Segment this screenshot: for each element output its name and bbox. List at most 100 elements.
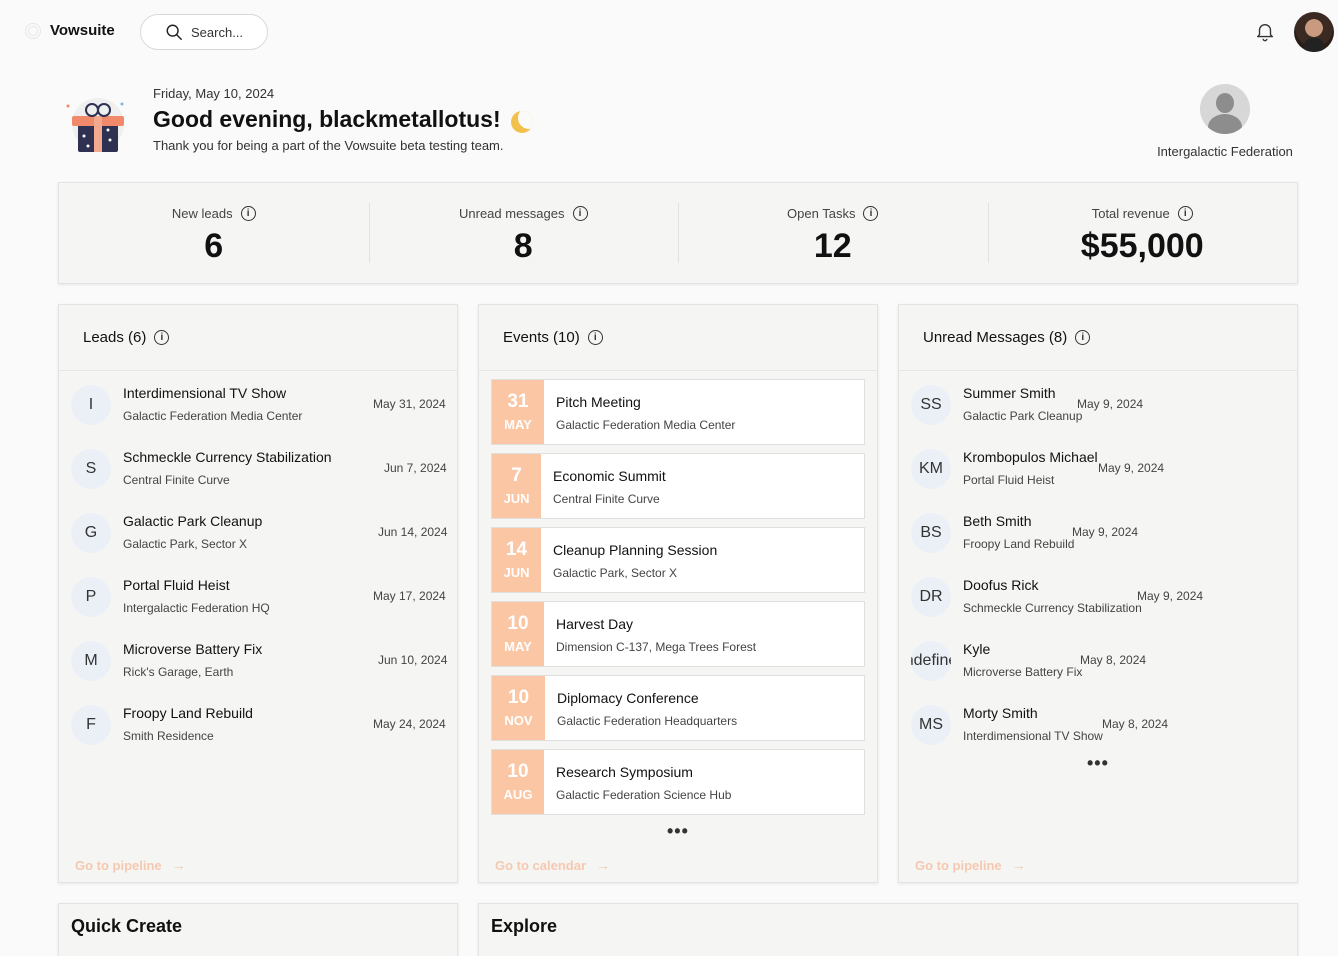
notification-bell-icon[interactable] [1254,21,1276,43]
brand[interactable]: Vowsuite [22,20,115,40]
lead-initial: G [71,513,111,553]
lead-initial: S [71,449,111,489]
event-title: Research Symposium [556,764,693,780]
moon-icon [510,110,533,133]
lead-date: May 24, 2024 [373,717,446,731]
greeting-title: Good evening, blackmetallotus! [153,106,533,133]
arrow-right-icon: → [1011,857,1026,873]
go-to-pipeline-link[interactable]: Go to pipeline → [915,857,1026,873]
stat-value: 6 [204,227,224,265]
message-date: May 9, 2024 [1072,525,1139,539]
organization-avatar [1200,84,1250,134]
stat-label-text: Unread messages [459,206,565,221]
event-item[interactable]: 14 JUN Cleanup Planning Session Galactic… [491,527,865,593]
event-item[interactable]: 7 JUN Economic Summit Central Finite Cur… [491,453,865,519]
lead-initial: P [71,577,111,617]
lead-location: Rick's Garage, Earth [123,665,234,679]
go-to-pipeline-link[interactable]: Go to pipeline → [75,857,186,873]
event-day: 31 [507,391,529,412]
event-item[interactable]: 10 AUG Research Symposium Galactic Feder… [491,749,865,815]
lead-row[interactable]: S Schmeckle Currency Stabilization Centr… [71,441,447,497]
explore-title: Explore [491,916,558,936]
quick-create-title: Quick Create [71,916,183,936]
stat-label-text: Open Tasks [787,206,856,221]
event-location: Dimension C-137, Mega Trees Forest [556,640,757,654]
message-row[interactable]: SS Summer Smith Galactic Park Cleanup Ma… [911,377,1287,433]
quick-create-card: Quick Create [58,903,458,956]
lead-row[interactable]: P Portal Fluid Heist Intergalactic Feder… [71,569,447,625]
message-project: Microverse Battery Fix [963,665,1083,679]
event-title: Economic Summit [553,468,666,484]
message-row[interactable]: BS Beth Smith Froopy Land Rebuild May 9,… [911,505,1287,561]
top-bar: Vowsuite Search... [0,0,1338,64]
event-month: MAY [504,639,532,654]
stat-open-tasks: Open Tasks i 12 [678,183,988,283]
stat-new-leads: New leads i 6 [59,183,369,283]
event-location: Galactic Park, Sector X [553,566,678,580]
message-avatar: undefined [911,641,951,681]
message-avatar: DR [911,577,951,617]
info-icon[interactable]: i [1177,206,1193,221]
message-row[interactable]: KM Krombopulos Michael Portal Fluid Heis… [911,441,1287,497]
message-date: May 8, 2024 [1102,717,1169,731]
messages-card-title: Unread Messages (8) [923,329,1068,346]
event-item[interactable]: 10 MAY Harvest Day Dimension C-137, Mega… [491,601,865,667]
message-row[interactable]: DR Doofus Rick Schmeckle Currency Stabil… [911,569,1287,625]
stat-label-text: New leads [171,206,233,221]
event-day: 10 [507,687,530,708]
event-day: 10 [507,761,529,782]
event-title: Harvest Day [556,616,634,632]
event-item[interactable]: 31 MAY Pitch Meeting Galactic Federation… [491,379,865,445]
lead-initial: I [71,385,111,425]
message-date: May 9, 2024 [1137,589,1204,603]
messages-card-header: Unread Messages (8) i [899,305,1297,371]
message-row[interactable]: undefined Kyle Microverse Battery Fix Ma… [911,633,1287,689]
lead-title: Portal Fluid Heist [123,577,230,593]
search-label: Search... [191,24,244,40]
message-sender: Krombopulos Michael [963,449,1098,465]
organization[interactable]: Intergalactic Federation [1150,84,1300,159]
stat-unread-messages: Unread messages i 8 [368,183,679,283]
lead-row[interactable]: F Froopy Land Rebuild Smith Residence Ma… [71,697,447,753]
lead-row[interactable]: G Galactic Park Cleanup Galactic Park, S… [71,505,447,561]
more-messages-button[interactable]: ••• [1087,753,1109,774]
message-date: May 9, 2024 [1077,397,1144,411]
message-project: Froopy Land Rebuild [963,537,1075,551]
more-events-button[interactable]: ••• [667,821,689,842]
vowsuite-logo-icon [22,20,42,40]
lead-date: Jun 10, 2024 [378,653,448,667]
info-icon[interactable]: i [587,330,603,345]
info-icon[interactable]: i [1075,330,1091,345]
search-icon [166,24,182,40]
lead-row[interactable]: I Interdimensional TV Show Galactic Fede… [71,377,447,433]
lead-location: Galactic Park, Sector X [123,537,248,551]
message-date: May 8, 2024 [1080,653,1147,667]
event-item[interactable]: 10 NOV Diplomacy Conference Galactic Fed… [491,675,865,741]
lead-row[interactable]: M Microverse Battery Fix Rick's Garage, … [71,633,447,689]
info-icon[interactable]: i [240,206,256,221]
message-sender: Beth Smith [963,513,1032,529]
event-month: JUN [503,565,530,580]
info-icon[interactable]: i [863,206,879,221]
lead-location: Intergalactic Federation HQ [123,601,270,615]
lead-title: Froopy Land Rebuild [123,705,253,721]
info-icon[interactable]: i [572,206,588,221]
link-label: Go to pipeline [915,857,1002,873]
event-date-box: 31 MAY [492,380,544,444]
arrow-right-icon: → [596,857,611,873]
event-month: AUG [503,787,533,802]
event-day: 10 [507,613,529,634]
go-to-calendar-link[interactable]: Go to calendar → [495,857,610,873]
stats-panel: New leads i 6 Unread messages i 8 Open Tas… [58,182,1298,284]
events-card-title: Events (10) [503,329,580,346]
arrow-right-icon: → [171,857,186,873]
message-project: Portal Fluid Heist [963,473,1055,487]
stat-total-revenue: Total revenue i $55,000 [987,183,1298,283]
info-icon[interactable]: i [154,330,170,345]
stat-label-text: Total revenue [1091,206,1170,221]
message-row[interactable]: MS Morty Smith Interdimensional TV Show … [911,697,1287,753]
stat-value: 8 [513,227,533,265]
user-avatar[interactable] [1294,12,1334,52]
search-button[interactable]: Search... [140,14,268,50]
greeting-date: Friday, May 10, 2024 [153,86,275,101]
